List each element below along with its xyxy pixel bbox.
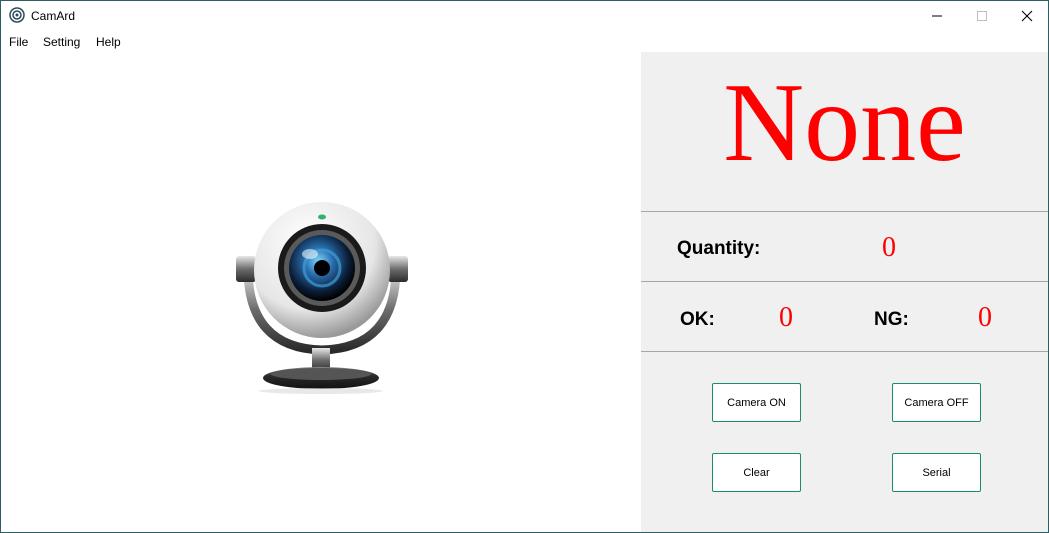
camera-view [1, 52, 641, 532]
menu-setting[interactable]: Setting [43, 35, 80, 49]
close-icon [1021, 10, 1033, 22]
maximize-button[interactable] [959, 1, 1005, 31]
camera-off-button[interactable]: Camera OFF [892, 383, 981, 422]
divider [641, 351, 1048, 352]
divider [641, 211, 1048, 212]
ng-value: 0 [978, 302, 992, 333]
minimize-icon [932, 15, 942, 17]
webcam-icon [236, 202, 408, 394]
menu-bar: File Setting Help [1, 32, 1048, 52]
app-window: CamArd File Setting Help None Quantity: … [0, 0, 1049, 533]
quantity-label: Quantity: [677, 238, 761, 259]
menu-file[interactable]: File [9, 35, 28, 49]
divider [641, 281, 1048, 282]
clear-button[interactable]: Clear [712, 453, 801, 492]
control-panel: None Quantity: 0 OK: 0 NG: 0 Camera ON C… [641, 52, 1048, 532]
ok-label: OK: [680, 309, 715, 330]
ok-value: 0 [779, 302, 793, 333]
quantity-value: 0 [882, 232, 896, 263]
camera-on-button[interactable]: Camera ON [712, 383, 801, 422]
menu-help[interactable]: Help [96, 35, 121, 49]
serial-button[interactable]: Serial [892, 453, 981, 492]
camera-lens-icon [9, 7, 25, 23]
status-display: None [723, 61, 966, 185]
maximize-icon [977, 11, 987, 21]
window-title: CamArd [31, 9, 76, 23]
minimize-button[interactable] [914, 1, 960, 31]
ng-label: NG: [874, 309, 909, 330]
title-bar[interactable]: CamArd [1, 1, 1048, 31]
close-button[interactable] [1004, 1, 1048, 31]
